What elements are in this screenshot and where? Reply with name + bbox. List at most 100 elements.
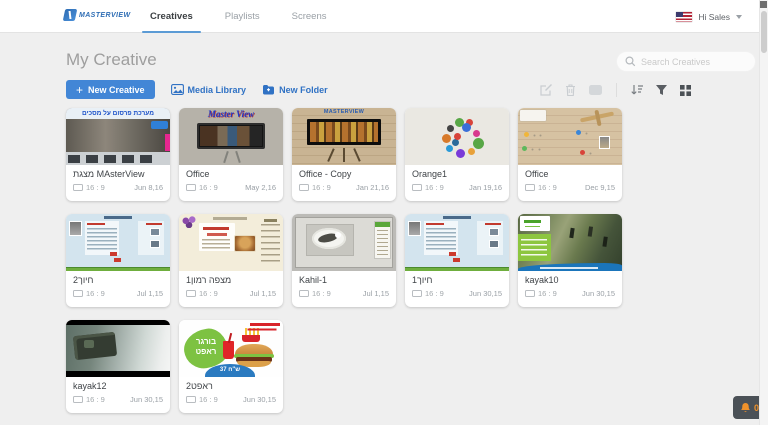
art [87,228,117,252]
filter-icon[interactable] [655,84,668,96]
creative-date: Jan 19,16 [469,183,502,192]
screen-ratio-icon [73,396,83,403]
creative-title: 2חיוך [73,275,163,286]
creative-title: Kahil-1 [299,275,389,286]
screen-ratio-icon [186,184,196,191]
creative-card[interactable]: 1חיוך 16 : 9 Jun 30,15 [405,214,509,307]
scrollbar[interactable] [759,0,768,425]
art [524,132,529,137]
creative-thumbnail [518,108,622,165]
tab-screens-label: Screens [292,11,327,22]
card-meta: 16 : 9 Jul 1,15 [299,289,389,298]
art [443,216,471,219]
search-input[interactable] [641,57,747,67]
aspect-ratio: 16 : 9 [538,183,557,192]
preview-icon[interactable] [588,84,603,96]
art [522,146,527,151]
screen-ratio-icon [299,290,309,297]
aspect-ratio: 16 : 9 [86,395,105,404]
card-meta: 16 : 9 Jun 8,16 [73,183,163,192]
new-folder-icon [262,84,275,95]
thumbnail-caption: מערכת פרסום על מסכים [66,108,170,119]
grid-view-icon[interactable] [679,84,692,97]
new-folder-button[interactable]: New Folder [262,84,328,95]
thumbnail-caption: MASTERVIEW [292,109,396,115]
card-info: 2ראפט 16 : 9 Jun 30,15 [179,377,283,404]
creative-thumbnail [66,214,170,271]
creative-thumbnail: מערכת פרסום על מסכים [66,108,170,165]
card-info: Orange1 16 : 9 Jan 19,16 [405,165,509,192]
creative-card[interactable]: kayak12 16 : 9 Jun 30,15 [66,320,170,413]
tab-playlists[interactable]: Playlists [221,0,264,33]
action-buttons: + New Creative Media Library New Folder [66,80,328,99]
card-info: 1חיוך 16 : 9 Jun 30,15 [405,271,509,298]
plus-icon: + [76,84,83,96]
delete-icon[interactable] [564,83,577,97]
art [73,332,117,360]
scrollbar-thumb[interactable] [761,11,767,53]
art [485,223,501,225]
creative-card[interactable]: מערכת פרסום על מסכים מצגת MAsterView 16 … [66,108,170,201]
creative-card[interactable]: 2חיוך 16 : 9 Jul 1,15 [66,214,170,307]
media-library-button[interactable]: Media Library [171,84,247,95]
art [261,224,280,264]
aspect-ratio: 16 : 9 [538,289,557,298]
search-box[interactable] [616,51,756,72]
screen-ratio-icon [412,184,422,191]
art [202,239,230,249]
aspect-ratio: 16 : 9 [199,289,218,298]
creative-date: Jun 8,16 [134,183,163,192]
creative-thumbnail [405,108,509,165]
card-meta: 16 : 9 Jun 30,15 [525,289,615,298]
scrollbar-up-button[interactable] [760,1,767,8]
creative-date: Jun 30,15 [130,395,163,404]
creative-card[interactable]: kayak10 16 : 9 Jun 30,15 [518,214,622,307]
new-creative-button[interactable]: + New Creative [66,80,155,99]
art [489,240,499,248]
art [310,122,378,142]
screen-ratio-icon [186,396,196,403]
art [520,110,546,121]
creative-title: kayak12 [73,381,163,392]
creative-title: Orange1 [412,169,502,180]
creative-card[interactable]: 1מצפה רמון 16 : 9 Jul 1,15 [179,214,283,307]
art [110,252,117,256]
art [207,233,227,236]
aspect-ratio: 16 : 9 [312,289,331,298]
creative-card[interactable]: Orange1 16 : 9 Jan 19,16 [405,108,509,201]
bell-icon [740,402,751,414]
tab-creatives[interactable]: Creatives [146,0,197,33]
creative-card[interactable]: בורגר ראפט 37 ש"ח 2ראפט 16 : 9 Jun 30,15 [179,320,283,413]
creative-thumbnail: MASTERVIEW [292,108,396,165]
art [151,121,168,129]
art [203,227,229,230]
screen-ratio-icon [525,290,535,297]
art [343,148,345,162]
creative-date: May 2,16 [245,183,276,192]
card-meta: 16 : 9 Jul 1,15 [186,289,276,298]
card-info: 2חיוך 16 : 9 Jul 1,15 [66,271,170,298]
creative-card[interactable]: Master View Office 16 : 9 May 2,16 [179,108,283,201]
art [138,221,164,255]
tab-screens[interactable]: Screens [288,0,331,33]
creative-card[interactable]: Kahil-1 16 : 9 Jul 1,15 [292,214,396,307]
creative-title: Office [525,169,615,180]
user-menu[interactable]: Hi Sales [676,0,742,33]
sort-icon[interactable] [630,84,644,96]
thumbnail-caption: Master View [179,109,283,119]
creative-card[interactable]: MASTERVIEW Office - Copy 16 : 9 Jan 21,1… [292,108,396,201]
art [234,235,256,252]
edit-icon[interactable] [539,83,553,97]
art [489,228,499,236]
creative-thumbnail: בורגר ראפט 37 ש"ח [179,320,283,377]
card-meta: 16 : 9 Dec 9,15 [525,183,615,192]
creative-toolbar [539,83,692,97]
app-window: MASTERVIEW Creatives Playlists Screens H… [0,0,768,425]
art [377,230,388,256]
art [165,134,170,151]
card-meta: 16 : 9 Jun 30,15 [412,289,502,298]
creative-card[interactable]: Office 16 : 9 Dec 9,15 [518,108,622,201]
media-library-icon [171,84,184,95]
art [66,267,170,271]
masterview-logo[interactable]: MASTERVIEW [64,9,130,21]
